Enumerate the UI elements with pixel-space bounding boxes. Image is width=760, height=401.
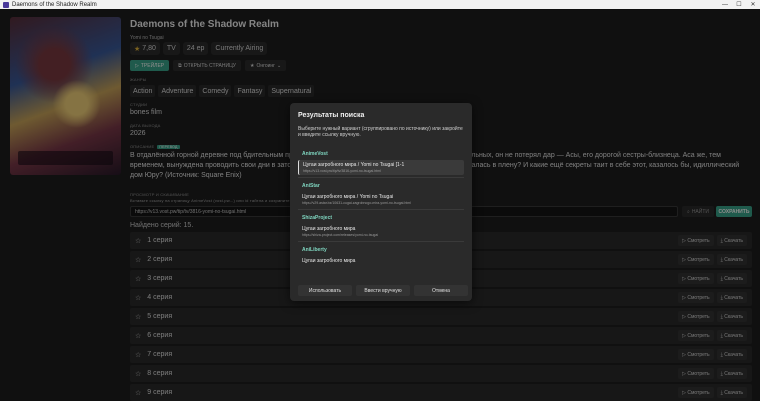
dialog-buttons: Использовать Ввести вручную Отмена [298,285,468,296]
divider [298,177,464,178]
source-header: AniStar [302,183,320,189]
result-item[interactable]: Цугаи загробного мира [298,256,464,266]
source-header: ShizaProject [302,215,333,221]
manual-entry-button[interactable]: Ввести вручную [356,285,410,296]
result-url: https://v13.vost.pw/tip/tv/3816-yomi-no-… [303,169,381,173]
result-url: https://shiza-project.com/releases/yomi-… [302,233,379,237]
result-title: Цугаи загробного мира / Yomi no Tsugai [… [303,162,405,168]
divider [298,241,464,242]
maximize-button[interactable]: ☐ [732,1,746,8]
minimize-button[interactable]: — [718,2,732,8]
result-url: https://v29.astar.bz/10631-cugai-zagrobn… [302,201,411,205]
source-header: AniLiberty [302,247,327,253]
title-bar: Daemons of the Shadow Realm — ☐ ✕ [0,0,760,9]
window-title: Daemons of the Shadow Realm [12,1,97,8]
result-title: Цугаи загробного мира [302,258,356,264]
result-item[interactable]: Цугаи загробного мира / Yomi no Tsugai h… [298,192,464,207]
search-results-dialog: Результаты поиска Выберите нужный вариан… [290,103,472,301]
result-title: Цугаи загробного мира [302,226,356,232]
dialog-title: Результаты поиска [298,112,365,119]
use-button[interactable]: Использовать [298,285,352,296]
cancel-button[interactable]: Отмена [414,285,468,296]
results-list: AnimeVost Цугаи загробного мира / Yomi n… [298,148,464,272]
result-item[interactable]: Цугаи загробного мира https://shiza-proj… [298,224,464,239]
result-item[interactable]: Цугаи загробного мира / Yomi no Tsugai [… [298,160,464,175]
divider [298,209,464,210]
dialog-hint: Выберите нужный вариант (сгруппировано п… [298,126,463,138]
close-button[interactable]: ✕ [746,1,760,8]
source-header: AnimeVost [302,151,328,157]
result-title: Цугаи загробного мира / Yomi no Tsugai [302,194,394,200]
app-icon [3,1,9,8]
